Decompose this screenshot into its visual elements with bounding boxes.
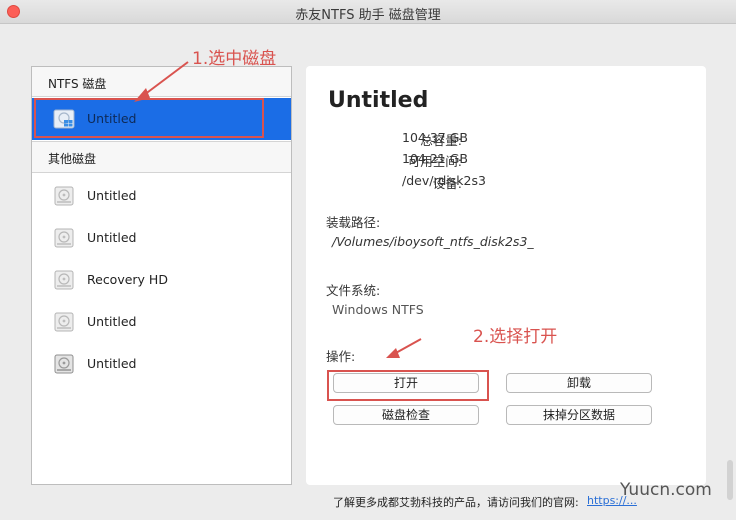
footer-text: 了解更多成都艾勃科技的产品，请访问我们的官网: [333, 496, 579, 509]
scrollbar[interactable] [727, 460, 733, 500]
capacity-value: 104.37 GB [402, 130, 468, 145]
erase-partition-button[interactable]: 抹掉分区数据 [506, 405, 652, 425]
disk-title: Untitled [328, 88, 429, 113]
disk-drive-icon [54, 186, 74, 206]
step1-annotation: 1.选中磁盘 [192, 49, 277, 69]
disk-details-panel: Untitled 总容量: 104.37 GB 可用空间: 104.21 GB … [306, 66, 706, 485]
disk-label: Recovery HD [87, 272, 168, 287]
available-value: 104.21 GB [402, 151, 468, 166]
step2-annotation: 2.选择打开 [473, 327, 558, 347]
unmount-button[interactable]: 卸载 [506, 373, 652, 393]
title-bar: 赤友NTFS 助手 磁盘管理 [0, 0, 736, 24]
open-highlight-box [327, 370, 489, 401]
disk-label: Untitled [87, 188, 137, 203]
window-title: 赤友NTFS 助手 磁盘管理 [295, 8, 441, 23]
disk-row-untitled-4[interactable]: Untitled [32, 343, 291, 385]
disk-check-button[interactable]: 磁盘检查 [333, 405, 479, 425]
device-value: /dev/rdisk2s3 [402, 173, 486, 188]
disk-row-untitled-2[interactable]: Untitled [32, 217, 291, 259]
disk-label: Untitled [87, 314, 137, 329]
disk-drive-icon [54, 312, 74, 332]
step1-arrow-icon [134, 61, 189, 102]
disk-label: Untitled [87, 356, 137, 371]
mount-path-label: 装载路径: [326, 215, 381, 230]
operations-label: 操作: [326, 349, 356, 364]
watermark: Yuucn.com [620, 480, 712, 500]
disk-row-untitled-1[interactable]: Untitled [32, 175, 291, 217]
disk-drive-icon [54, 228, 74, 248]
filesystem-value: Windows NTFS [332, 302, 424, 317]
disk-label: Untitled [87, 230, 137, 245]
disk-row-untitled-3[interactable]: Untitled [32, 301, 291, 343]
disk-row-recovery-hd[interactable]: Recovery HD [32, 259, 291, 301]
disk-drive-icon [54, 354, 74, 374]
step2-arrow-icon [386, 338, 422, 358]
disk-drive-icon [54, 270, 74, 290]
mount-path-value: /Volumes/iboysoft_ntfs_disk2s3_ [332, 234, 534, 249]
other-section-header: 其他磁盘 [32, 141, 291, 173]
filesystem-label: 文件系统: [326, 283, 381, 298]
